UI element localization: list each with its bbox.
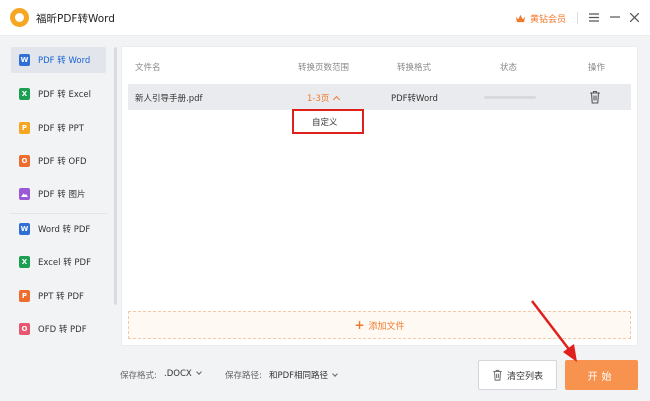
sidebar-scrollbar[interactable] (114, 47, 117, 305)
word-icon: W (19, 223, 30, 235)
ofd-icon: O (19, 323, 30, 335)
table-row[interactable]: 新人引导手册.pdf 1-3页 PDF转Word (128, 84, 631, 110)
ppt-icon: P (19, 122, 30, 134)
sidebar-item-label: Word 转 PDF (38, 225, 91, 235)
sidebar-item-pdf-to-excel[interactable]: X PDF 转 Excel (11, 81, 106, 107)
menu-icon[interactable] (587, 10, 601, 24)
header-filename: 文件名 (135, 63, 161, 73)
save-format-label: 保存格式: (120, 371, 157, 381)
add-file-button[interactable]: + 添加文件 (128, 311, 631, 339)
add-file-label: 添加文件 (368, 321, 405, 332)
progress-bar (484, 96, 536, 99)
save-path-select[interactable]: 和PDF相同路径 (269, 369, 338, 381)
clear-list-button[interactable]: 清空列表 (478, 360, 557, 390)
sidebar-item-word-to-pdf[interactable]: W Word 转 PDF (11, 216, 106, 242)
header-format: 转换格式 (397, 63, 432, 73)
plus-icon: + (354, 318, 365, 332)
chevron-down-icon (195, 369, 202, 375)
file-name: 新人引导手册.pdf (135, 94, 203, 104)
chevron-down-icon (332, 371, 338, 377)
title-bar: 福昕PDF转Word 黄钻会员 (0, 0, 650, 36)
header-status: 状态 (500, 63, 518, 73)
start-label: 开始 (587, 371, 616, 383)
sidebar-item-pdf-to-word[interactable]: W PDF 转 Word (11, 47, 106, 73)
file-list-panel: 文件名 转换页数范围 转换格式 状态 操作 新人引导手册.pdf 1-3页 PD… (121, 46, 638, 346)
sidebar-item-pdf-to-ofd[interactable]: O PDF 转 OFD (11, 148, 106, 174)
table-header: 文件名 转换页数范围 转换格式 状态 操作 (122, 47, 639, 84)
sidebar-item-pdf-to-ppt[interactable]: P PDF 转 PPT (11, 115, 106, 141)
trash-icon (493, 369, 502, 381)
start-button[interactable]: 开始 (565, 360, 638, 390)
chevron-up-icon (333, 95, 341, 104)
app-logo-icon (10, 8, 29, 27)
ofd-icon: O (19, 155, 30, 167)
dropdown-option-custom[interactable]: 自定义 (312, 116, 338, 128)
crown-icon (516, 14, 525, 23)
trash-icon[interactable] (589, 90, 601, 104)
excel-icon: X (19, 88, 30, 100)
vip-button[interactable]: 黄钻会员 (515, 12, 566, 25)
close-icon[interactable] (627, 10, 641, 24)
sidebar-item-label: PDF 转 OFD (38, 157, 87, 167)
page-range-value: 1-3页 (307, 94, 330, 104)
sidebar-item-label: PDF 转 PPT (38, 124, 84, 134)
clear-list-label: 清空列表 (506, 371, 543, 382)
sidebar-item-ppt-to-pdf[interactable]: P PPT 转 PDF (11, 283, 106, 309)
image-icon (19, 188, 30, 200)
convert-format: PDF转Word (391, 94, 438, 104)
vip-label: 黄钻会员 (530, 15, 567, 25)
word-icon: W (19, 54, 30, 66)
sidebar-item-label: Excel 转 PDF (38, 258, 91, 268)
app-title: 福昕PDF转Word (36, 13, 115, 25)
header-range: 转换页数范围 (298, 63, 350, 73)
excel-icon: X (19, 256, 30, 268)
save-path-value: 和PDF相同路径 (269, 371, 329, 381)
sidebar-item-label: PPT 转 PDF (38, 292, 84, 302)
save-format-select[interactable]: .DOCX (164, 369, 202, 379)
sidebar-item-pdf-to-image[interactable]: PDF 转 图片 (11, 181, 106, 207)
sidebar-item-ofd-to-pdf[interactable]: O OFD 转 PDF (11, 316, 106, 342)
title-separator (577, 12, 578, 24)
page-range-dropdown[interactable]: 自定义 (292, 109, 364, 134)
sidebar-item-excel-to-pdf[interactable]: X Excel 转 PDF (11, 249, 106, 275)
page-range-select[interactable]: 1-3页 (307, 92, 341, 104)
sidebar-item-label: OFD 转 PDF (38, 325, 87, 335)
save-path-label: 保存路径: (225, 371, 262, 381)
sidebar-item-label: PDF 转 Word (38, 56, 91, 66)
sidebar-item-label: PDF 转 Excel (38, 90, 91, 100)
minimize-icon[interactable] (608, 10, 622, 24)
header-action: 操作 (588, 63, 606, 73)
sidebar-item-label: PDF 转 图片 (38, 190, 86, 200)
ppt-icon: P (19, 290, 30, 302)
save-format-value: .DOCX (164, 369, 192, 379)
sidebar-divider (10, 213, 107, 214)
sidebar: W PDF 转 Word X PDF 转 Excel P PDF 转 PPT O… (0, 37, 118, 401)
